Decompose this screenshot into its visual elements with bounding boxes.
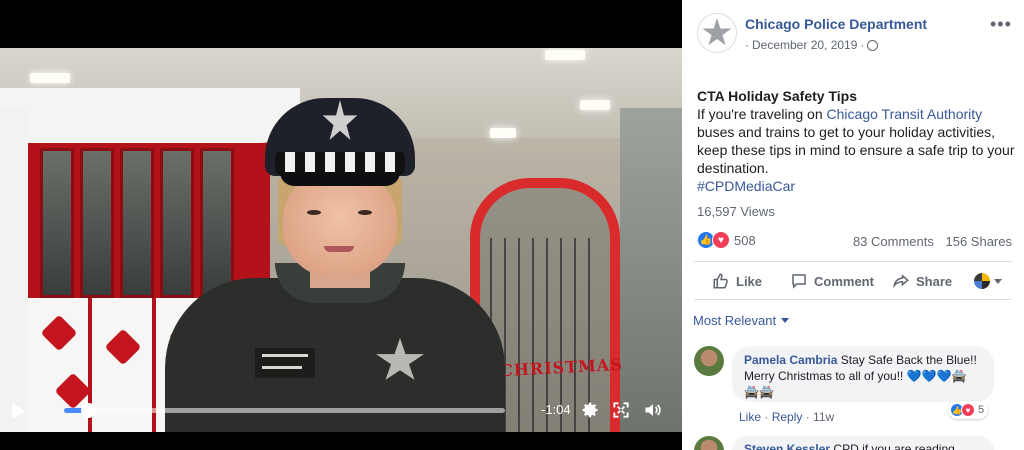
name-tag-text: [262, 366, 302, 369]
post-date[interactable]: December 20, 2019: [752, 38, 857, 52]
like-label: Like: [736, 273, 763, 289]
snow-decoration: [0, 88, 300, 143]
comment-age[interactable]: 11w: [813, 410, 834, 424]
officer-eye: [307, 210, 321, 215]
officer-eye: [358, 210, 372, 215]
reaction-count: 508: [734, 232, 756, 248]
viewer-avatar: [974, 273, 990, 289]
scene-wall: [620, 108, 682, 432]
like-button[interactable]: Like: [712, 272, 762, 290]
more-options-button[interactable]: •••: [990, 14, 1012, 35]
chevron-down-icon: [781, 318, 790, 323]
comments-count-link[interactable]: 83 Comments: [853, 234, 934, 249]
display-window: [160, 148, 194, 298]
snow-decoration: [0, 108, 28, 432]
shares-count-link[interactable]: 156 Shares: [946, 234, 1013, 249]
officer-mouth: [324, 246, 354, 252]
display-window: [40, 148, 74, 298]
cap-visor: [280, 172, 400, 186]
comment-icon: [792, 274, 806, 289]
meta-separator: ·: [745, 38, 749, 52]
love-reaction-icon: ♥: [712, 231, 730, 249]
globe-icon: [867, 39, 879, 51]
volume-icon[interactable]: [643, 400, 663, 420]
share-button[interactable]: Share: [892, 272, 952, 290]
post-actions: Like Comment Share: [694, 266, 1012, 296]
display-window: [200, 148, 234, 298]
post-meta: · December 20, 2019 ·: [745, 38, 879, 52]
progress-bar[interactable]: [64, 403, 505, 418]
comment-label: Comment: [814, 273, 874, 289]
page-name-link[interactable]: Chicago Police Department: [745, 16, 927, 32]
display-window: [80, 148, 114, 298]
comment-text: CPD if you are reading: [833, 442, 955, 450]
comment-sort-dropdown[interactable]: Most Relevant: [693, 313, 790, 328]
video-controls: -1:04: [0, 396, 682, 426]
comment-meta: Like · Reply · 11w: [739, 410, 835, 424]
scene-light: [30, 73, 70, 83]
checkered-hat-band: [275, 152, 405, 174]
view-count: 16,597 Views: [697, 204, 775, 219]
hashtag-link[interactable]: #CPDMediaCar: [697, 178, 795, 194]
comment-button[interactable]: Comment: [790, 272, 874, 290]
scene-light: [490, 128, 516, 138]
love-reaction-icon: ♥: [961, 403, 975, 417]
chevron-down-icon: [994, 278, 1002, 284]
comment-bubble: Pamela Cambria Stay Safe Back the Blue!!…: [732, 346, 994, 402]
comment-reactions[interactable]: 👍 ♥ 5: [948, 401, 989, 419]
time-remaining: -1:04: [541, 402, 571, 417]
fullscreen-icon[interactable]: [611, 400, 631, 420]
post-as-selector[interactable]: [974, 273, 1002, 289]
post-body: If you're traveling on Chicago Transit A…: [697, 105, 1017, 195]
commenter-avatar[interactable]: [694, 436, 724, 450]
cta-link[interactable]: Chicago Transit Authority: [827, 106, 983, 122]
comment-author[interactable]: Steven Kessler: [744, 442, 830, 450]
engagement-counts: 83 Comments 156 Shares: [845, 234, 1012, 249]
post-panel: Chicago Police Department · December 20,…: [682, 0, 1024, 450]
meta-separator: ·: [860, 38, 865, 52]
share-label: Share: [916, 273, 953, 289]
thumbs-up-icon: [713, 273, 728, 289]
scene-light: [545, 50, 585, 60]
video-player[interactable]: CHRISTMAS -1:04: [0, 0, 682, 450]
commenter-avatar[interactable]: [694, 346, 724, 376]
reaction-summary[interactable]: 👍 ♥ 508: [697, 231, 756, 249]
comment-reply-link[interactable]: Reply: [772, 410, 803, 424]
comment-bubble: Steven Kessler CPD if you are reading: [732, 436, 994, 450]
progress-scrubber[interactable]: [81, 403, 97, 418]
name-tag-text: [262, 354, 308, 357]
post-body-text: If you're traveling on: [697, 106, 827, 122]
video-frame[interactable]: CHRISTMAS: [0, 48, 682, 432]
divider: [694, 299, 1012, 300]
comment-like-link[interactable]: Like: [739, 410, 761, 424]
scene-light: [580, 100, 610, 110]
comment-reaction-count: 5: [978, 404, 985, 416]
display-window: [120, 148, 154, 298]
share-icon: [892, 274, 909, 289]
divider: [694, 261, 1012, 262]
play-button[interactable]: [12, 403, 25, 419]
comment-author[interactable]: Pamela Cambria: [744, 353, 837, 367]
comment-sort-label: Most Relevant: [693, 313, 777, 328]
police-star-icon: [702, 18, 732, 46]
settings-gear-icon[interactable]: [580, 400, 600, 420]
post-body-text: buses and trains to get to your holiday …: [697, 124, 1015, 176]
name-tag: [255, 348, 315, 378]
post-title: CTA Holiday Safety Tips: [697, 88, 857, 104]
page-avatar[interactable]: [697, 13, 737, 53]
